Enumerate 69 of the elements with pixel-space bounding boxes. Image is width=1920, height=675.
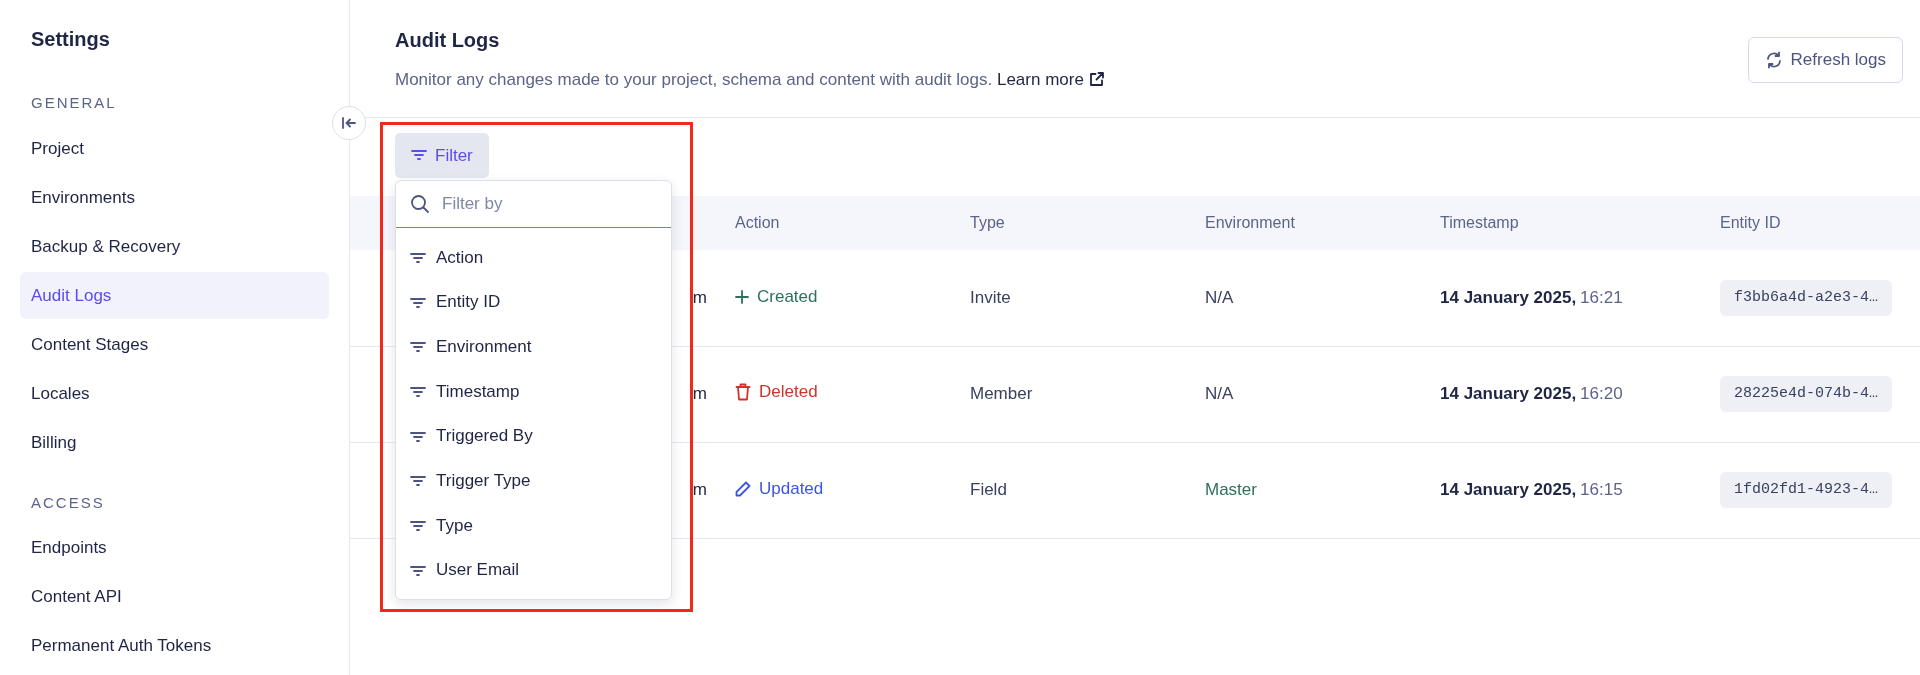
sidebar-item[interactable]: Locales <box>20 369 329 417</box>
pencil-icon <box>735 480 751 497</box>
timestamp-time: 16:15 <box>1580 480 1623 500</box>
filter-icon <box>411 149 427 162</box>
table-cell: m <box>692 288 707 307</box>
filter-option[interactable]: Triggered By <box>396 414 671 459</box>
external-link-icon <box>1088 71 1105 87</box>
filter-option[interactable]: User Email <box>396 548 671 594</box>
timestamp-date: 14 January 2025, <box>1440 480 1577 500</box>
table-cell: N/A <box>1205 384 1234 404</box>
table-cell: Invite <box>970 288 1011 307</box>
column-header: Entity ID <box>1720 214 1781 231</box>
action-label: Updated <box>735 475 824 502</box>
column-header: Environment <box>1205 214 1295 231</box>
filter-option[interactable]: Entity ID <box>396 280 671 325</box>
section-heading: GENERAL <box>31 93 118 113</box>
filter-icon <box>410 251 426 264</box>
column-header: Action <box>735 214 780 231</box>
filter-icon <box>410 520 426 533</box>
filter-option[interactable]: Trigger Type <box>396 459 671 504</box>
table-cell: m <box>692 480 707 500</box>
filter-icon <box>410 341 426 354</box>
sidebar-title: Settings <box>31 27 111 52</box>
table-cell: Field <box>970 480 1007 500</box>
action-label: Created <box>735 284 818 310</box>
learn-more-link[interactable]: Learn more <box>996 70 1105 89</box>
filter-option[interactable]: Type <box>396 503 671 549</box>
search-icon <box>410 193 430 214</box>
section-heading: ACCESS <box>31 492 106 513</box>
sidebar-item[interactable]: Content API <box>20 573 329 620</box>
action-label: Deleted <box>735 379 818 405</box>
timestamp-date: 14 January 2025, <box>1440 288 1577 307</box>
timestamp-time: 16:20 <box>1580 384 1623 404</box>
sidebar-item[interactable]: Audit Logs <box>20 271 329 319</box>
timestamp-date: 14 January 2025, <box>1440 384 1577 404</box>
table-cell: Master <box>1205 480 1257 500</box>
entity-id-chip: f3bb6a4d-a2e3-4… <box>1720 279 1893 316</box>
page-description: Monitor any changes made to your project, schema and content with audit logs. Learn more <box>395 67 1105 93</box>
table-cell: Member <box>970 384 1033 404</box>
plus-icon <box>735 289 749 304</box>
column-header: Type <box>970 214 1005 231</box>
filter-option[interactable]: Timestamp <box>396 369 671 415</box>
sidebar-item[interactable]: Environments <box>20 173 329 221</box>
timestamp-time: 16:21 <box>1580 288 1623 307</box>
refresh-icon <box>1764 50 1783 69</box>
filter-icon <box>410 475 426 488</box>
sidebar-item[interactable]: Project <box>20 124 329 172</box>
entity-id-chip: 28225e4d-074b-4… <box>1720 375 1893 413</box>
collapse-icon <box>341 116 357 130</box>
collapse-sidebar-button[interactable] <box>332 106 366 140</box>
filter-option[interactable]: Environment <box>396 324 671 370</box>
sidebar-item[interactable]: Billing <box>20 418 329 466</box>
refresh-logs-button[interactable]: Refresh logs <box>1747 37 1903 83</box>
table-cell: N/A <box>1205 288 1234 307</box>
filter-icon <box>410 564 426 577</box>
entity-id-chip: 1fd02fd1-4923-4… <box>1720 471 1893 509</box>
trash-icon <box>735 383 751 402</box>
column-header: Timestamp <box>1440 214 1519 231</box>
filter-button[interactable]: Filter <box>395 132 489 178</box>
filter-icon <box>410 296 426 309</box>
sidebar-item[interactable]: Permanent Auth Tokens <box>20 622 329 669</box>
filter-option[interactable]: Action <box>396 235 671 281</box>
table-cell: m <box>692 384 707 404</box>
filter-icon <box>410 385 426 398</box>
page-title: Audit Logs <box>395 28 501 53</box>
sidebar-item[interactable]: Content Stages <box>20 320 329 368</box>
filter-icon <box>410 430 426 443</box>
sidebar-item[interactable]: Backup & Recovery <box>20 222 329 270</box>
sidebar-item[interactable]: Endpoints <box>20 524 329 571</box>
